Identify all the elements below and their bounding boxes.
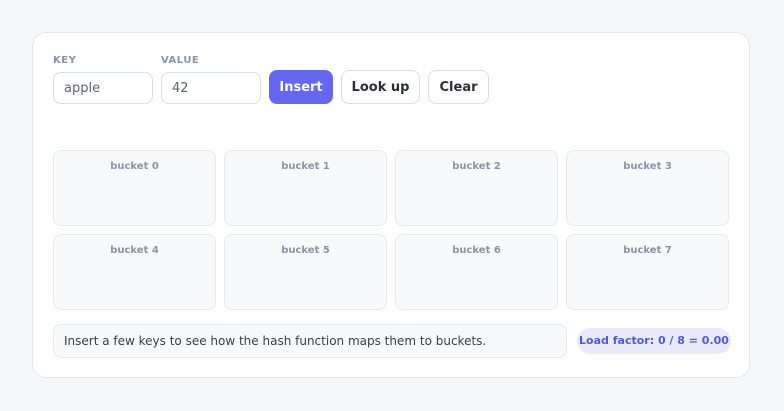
key-field: KEY: [53, 55, 153, 104]
clear-button[interactable]: Clear: [428, 70, 489, 104]
hash-table-card: KEY VALUE Insert Look up Clear bucket 0 …: [32, 32, 750, 378]
bucket-0: bucket 0: [53, 150, 216, 226]
bucket-label: bucket 7: [623, 245, 672, 256]
bucket-7: bucket 7: [566, 234, 729, 310]
bucket-4: bucket 4: [53, 234, 216, 310]
key-label: KEY: [53, 55, 77, 66]
load-factor-badge: Load factor: 0 / 8 = 0.00: [577, 328, 731, 354]
bucket-6: bucket 6: [395, 234, 558, 310]
bucket-3: bucket 3: [566, 150, 729, 226]
bucket-2: bucket 2: [395, 150, 558, 226]
bucket-label: bucket 0: [110, 161, 159, 172]
insert-button[interactable]: Insert: [269, 70, 333, 104]
bucket-label: bucket 3: [623, 161, 672, 172]
value-field: VALUE: [161, 55, 261, 104]
value-input[interactable]: [161, 72, 261, 104]
lookup-button[interactable]: Look up: [341, 70, 420, 104]
bucket-label: bucket 2: [452, 161, 501, 172]
bucket-5: bucket 5: [224, 234, 387, 310]
bucket-label: bucket 5: [281, 245, 330, 256]
bucket-grid: bucket 0 bucket 1 bucket 2 bucket 3 buck…: [53, 150, 731, 310]
bucket-label: bucket 4: [110, 245, 159, 256]
bucket-label: bucket 1: [281, 161, 330, 172]
key-input[interactable]: [53, 72, 153, 104]
bucket-1: bucket 1: [224, 150, 387, 226]
value-label: VALUE: [161, 55, 200, 66]
bucket-label: bucket 6: [452, 245, 501, 256]
status-message: Insert a few keys to see how the hash fu…: [53, 324, 567, 358]
